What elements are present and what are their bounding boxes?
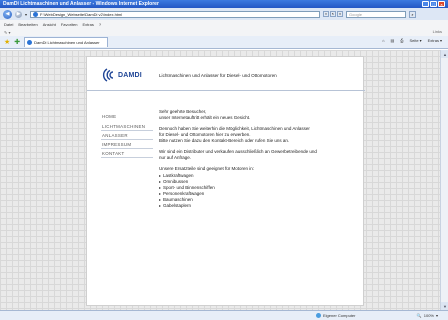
info-line-1: Dennoch haben Sie weiterhin die Möglichk… <box>159 126 310 131</box>
back-button[interactable]: ◀ <box>3 9 12 19</box>
command-bar: ⌂ ▤ ⎙ Seite ▾ Extras ▾ <box>382 38 442 43</box>
page-icon <box>33 11 39 17</box>
list-intro: Unsere Ersatzteile sind geeignet für Mot… <box>159 166 255 171</box>
nav-lichtmaschinen[interactable]: LICHTMASCHINEN <box>101 122 153 131</box>
damdi-logo[interactable]: DAMDI <box>101 67 147 83</box>
page-menu-label: Seite <box>409 38 419 43</box>
computer-zone-icon <box>316 313 321 318</box>
site-nav: HOME LICHTMASCHINEN ANLASSER IMPRESSUM K… <box>101 112 153 158</box>
window-titlebar: DamDi Lichtmaschinen und Anlasser - Wind… <box>0 0 448 8</box>
minimize-button[interactable]: _ <box>422 1 429 7</box>
info-paragraph: Dennoch haben Sie weiterhin die Möglichk… <box>159 126 359 144</box>
links-label[interactable]: Links <box>433 29 442 34</box>
nav-home[interactable]: HOME <box>101 112 153 121</box>
refresh-icon[interactable]: ↻ <box>330 11 337 17</box>
home-icon[interactable]: ⌂ <box>382 38 384 43</box>
page-tagline: Lichtmaschinen und Anlasser für Diesel- … <box>159 73 277 78</box>
distributor-paragraph: Wir sind ein Distributer und verkaufen a… <box>159 149 359 161</box>
list-item: Gabelstaplern <box>159 203 359 209</box>
greeting-line: Sehr geehrte Besucher, <box>159 109 207 114</box>
stop-icon[interactable]: ✕ <box>337 11 344 17</box>
info-line-3: Bitte nutzen Sie dazu den Kontakt-Bereic… <box>159 138 290 143</box>
greeting-paragraph: Sehr geehrte Besucher, unser Internetauf… <box>159 109 359 121</box>
tools-menu-button[interactable]: Extras ▾ <box>428 38 442 43</box>
zone-label: Eigener Computer <box>323 313 356 318</box>
zoom-dropdown-icon: ▾ <box>435 313 438 318</box>
links-toolbar-icon[interactable]: ✎ ▾ <box>4 30 10 35</box>
menu-help[interactable]: ? <box>99 22 101 27</box>
favorites-star-icon[interactable]: ★ <box>4 38 10 46</box>
nav-kontakt[interactable]: KONTAKT <box>101 149 153 158</box>
logo-brand: DAMDI <box>118 71 142 79</box>
nav-impressum[interactable]: IMPRESSUM <box>101 140 153 149</box>
close-button[interactable]: × <box>438 1 445 7</box>
security-zone[interactable]: Eigener Computer <box>316 313 355 318</box>
vertical-scrollbar[interactable]: ▲ ▼ <box>440 50 448 310</box>
address-input[interactable]: F:\WebDesign_Webseite\DamDi v2\index.htm… <box>30 10 321 18</box>
menu-ansicht[interactable]: Ansicht <box>43 22 56 27</box>
window-controls: _ □ × <box>422 1 445 7</box>
window-title: DamDi Lichtmaschinen und Anlasser - Wind… <box>3 1 159 7</box>
engine-list: Lastkraftwagen Omnibussen Sport- und Bin… <box>159 173 359 209</box>
distributor-line-1: Wir sind ein Distributer und verkaufen a… <box>159 149 317 154</box>
history-dropdown-icon[interactable]: ▾ <box>25 12 27 17</box>
zoom-control[interactable]: 🔍 100% ▾ <box>417 313 438 318</box>
distributor-line-2: nur auf Anfrage. <box>159 155 192 160</box>
forward-button[interactable]: ▶ <box>15 10 22 18</box>
address-actions: ▾ ↻ ✕ <box>323 11 344 17</box>
status-bar: Eigener Computer 🔍 100% ▾ <box>0 310 448 320</box>
address-toolbar: ◀ ▶ ▾ F:\WebDesign_Webseite\DamDi v2\ind… <box>0 8 448 20</box>
menu-bar: Datei Bearbeiten Ansicht Favoriten Extra… <box>0 20 448 28</box>
address-dropdown-icon[interactable]: ▾ <box>323 11 330 17</box>
scroll-down-icon[interactable]: ▼ <box>441 302 448 310</box>
maximize-button[interactable]: □ <box>430 1 437 7</box>
tab-label: DamDi Lichtmaschinen und Anlasser <box>34 40 100 45</box>
tab-bar: ★ ✚ DamDi Lichtmaschinen und Anlasser ⌂ … <box>0 36 448 49</box>
page-header: DAMDI Lichtmaschinen und Anlasser für Di… <box>87 57 365 91</box>
scroll-up-icon[interactable]: ▲ <box>441 50 448 58</box>
nav-anlasser[interactable]: ANLASSER <box>101 131 153 140</box>
address-url: F:\WebDesign_Webseite\DamDi v2\index.htm… <box>40 11 123 17</box>
page-menu-button[interactable]: Seite ▾ <box>410 38 422 43</box>
logo-arcs-icon <box>102 68 114 82</box>
tab-page-icon <box>27 40 33 45</box>
info-line-2: für Diesel- und Ottomotoren hier zu erwe… <box>159 132 251 137</box>
menu-datei[interactable]: Datei <box>4 22 13 27</box>
main-text: Sehr geehrte Besucher, unser Internetauf… <box>159 109 359 209</box>
greeting-line-2: unser Internetauftritt erhält ein neues … <box>159 115 251 120</box>
menu-extras[interactable]: Extras <box>83 22 94 27</box>
content-viewport: DAMDI Lichtmaschinen und Anlasser für Di… <box>0 50 440 310</box>
links-bar: ✎ ▾ Links <box>0 28 448 36</box>
feeds-icon[interactable]: ▤ <box>391 38 395 43</box>
zoom-label: 100% <box>423 313 434 318</box>
menu-bearbeiten[interactable]: Bearbeiten <box>18 22 37 27</box>
search-icon[interactable]: ⌕ <box>409 10 417 18</box>
tab-damdi[interactable]: DamDi Lichtmaschinen und Anlasser <box>24 37 109 47</box>
menu-favoriten[interactable]: Favoriten <box>61 22 78 27</box>
search-input[interactable]: Google <box>346 10 407 18</box>
zoom-icon: 🔍 <box>416 313 422 318</box>
add-favorite-icon[interactable]: ✚ <box>14 38 20 46</box>
web-page: DAMDI Lichtmaschinen und Anlasser für Di… <box>86 56 365 306</box>
print-icon[interactable]: ⎙ <box>400 38 403 43</box>
tools-menu-label: Extras <box>427 38 439 43</box>
